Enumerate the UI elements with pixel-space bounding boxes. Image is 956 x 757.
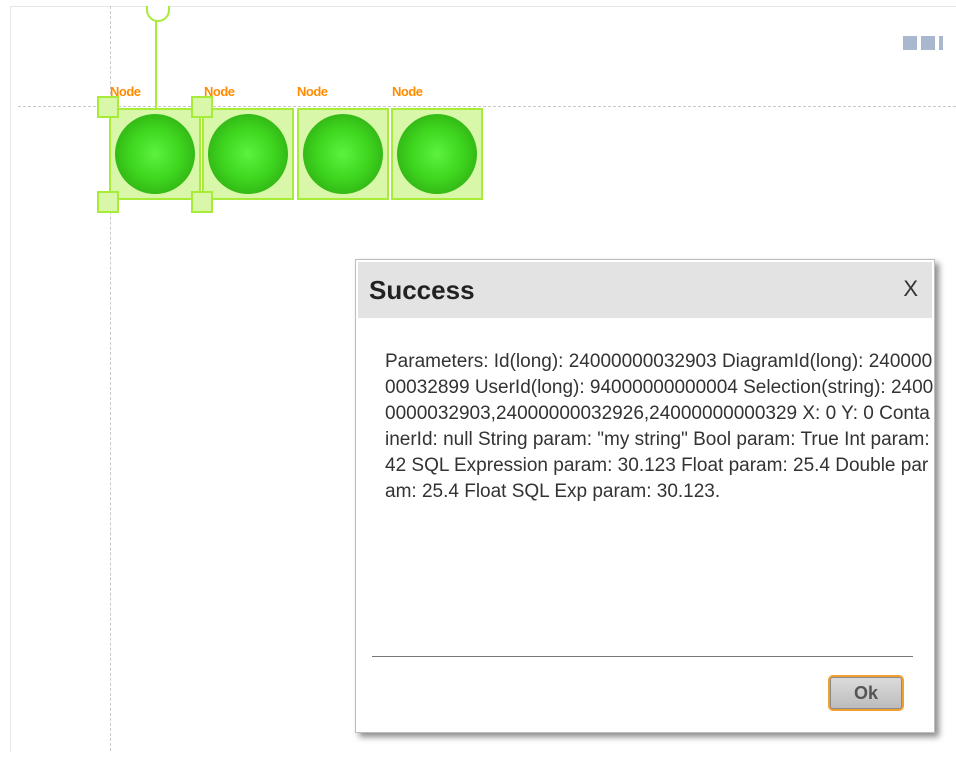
dialog-title: Success [369,275,475,305]
dialog-message: Parameters: Id(long): 24000000032903 Dia… [385,351,934,502]
node-shape[interactable] [109,108,201,200]
node-circle [303,114,383,194]
dialog-divider [372,656,913,657]
node-label: Node [297,84,328,99]
dialog-body: Parameters: Id(long): 24000000032903 Dia… [385,349,934,649]
node-shape[interactable] [297,108,389,200]
selection-handle[interactable] [97,191,119,213]
dialog-header: Success X [358,262,932,318]
node-label: Node [392,84,423,99]
close-button[interactable]: X [903,276,918,302]
node-shape[interactable] [202,108,294,200]
node-circle [115,114,195,194]
node-circle [208,114,288,194]
success-dialog: Success X Parameters: Id(long): 24000000… [355,259,935,733]
node-shape[interactable] [391,108,483,200]
horizontal-guide [18,106,956,107]
ok-button[interactable]: Ok [828,675,904,711]
selection-handle[interactable] [97,96,119,118]
node-circle [397,114,477,194]
selection-handle[interactable] [191,191,213,213]
selection-handle[interactable] [191,96,213,118]
rotation-line [155,18,157,108]
overview-icon[interactable] [903,36,943,50]
